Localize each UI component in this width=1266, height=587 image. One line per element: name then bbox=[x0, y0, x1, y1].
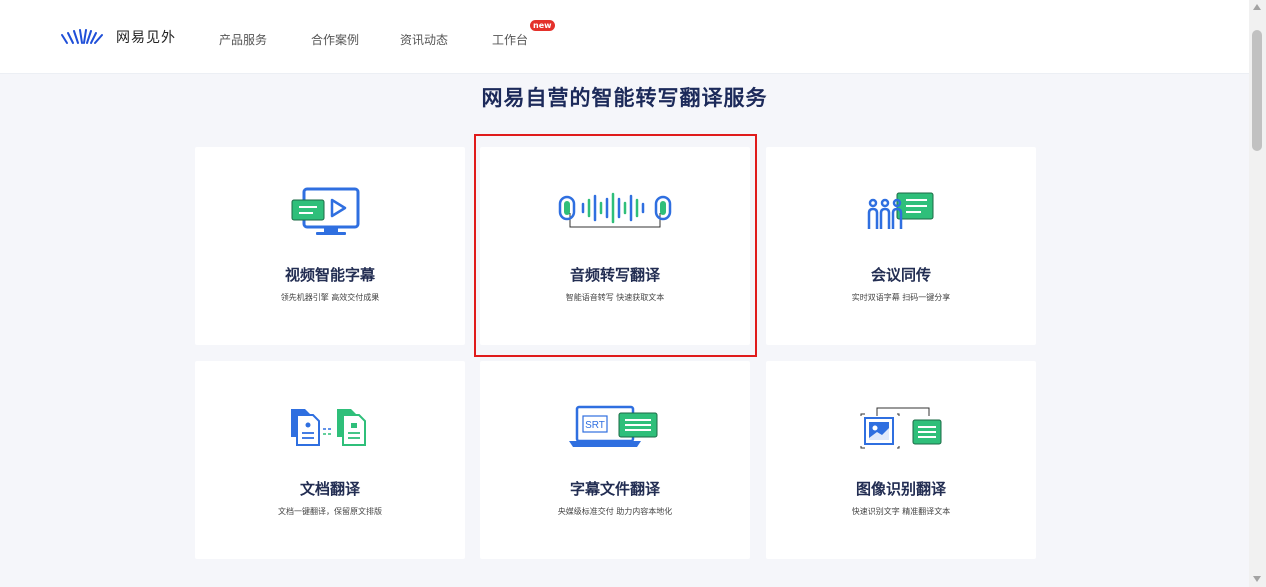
image-recognition-icon bbox=[766, 401, 1036, 453]
card-title: 图像识别翻译 bbox=[855, 480, 946, 498]
meeting-interpret-icon bbox=[766, 187, 1036, 239]
video-subtitle-icon bbox=[195, 187, 465, 239]
card-title: 音频转写翻译 bbox=[569, 266, 660, 284]
logo[interactable]: 网易见外 bbox=[60, 27, 176, 47]
nav-item-workbench[interactable]: 工作台 bbox=[492, 31, 528, 48]
logo-icon bbox=[60, 29, 108, 45]
nav-item-products[interactable]: 产品服务 bbox=[219, 31, 267, 48]
nav-item-cases[interactable]: 合作案例 bbox=[311, 31, 359, 48]
document-translate-icon bbox=[195, 401, 465, 453]
service-card-subtitle-file[interactable]: SRT 字幕文件翻译 央媒级标准交付 助力内容本地化 bbox=[480, 361, 750, 559]
card-description: 实时双语字幕 扫码一键分享 bbox=[851, 293, 951, 302]
nav-item-news[interactable]: 资讯动态 bbox=[400, 31, 448, 48]
service-card-video-subtitle[interactable]: 视频智能字幕 领先机器引擎 高效交付成果 bbox=[195, 147, 465, 345]
card-description: 快速识别文字 精准翻译文本 bbox=[851, 507, 951, 516]
logo-text: 网易见外 bbox=[116, 30, 176, 46]
new-badge: new bbox=[530, 20, 555, 31]
subtitle-file-icon: SRT bbox=[480, 401, 750, 453]
service-card-audio-transcribe[interactable]: 音频转写翻译 智能语音转写 快速获取文本 bbox=[480, 147, 750, 345]
card-description: 央媒级标准交付 助力内容本地化 bbox=[557, 507, 673, 516]
card-description: 智能语音转写 快速获取文本 bbox=[565, 293, 665, 302]
top-navbar: 网易见外 产品服务 合作案例 资讯动态 工作台 new bbox=[0, 0, 1249, 74]
service-card-document-translate[interactable]: 文档翻译 文档一键翻译，保留原文排版 bbox=[195, 361, 465, 559]
service-card-image-recognition[interactable]: 图像识别翻译 快速识别文字 精准翻译文本 bbox=[766, 361, 1036, 559]
card-title: 视频智能字幕 bbox=[284, 266, 375, 284]
scroll-down-arrow-icon[interactable] bbox=[1253, 576, 1261, 582]
audio-transcribe-icon bbox=[480, 187, 750, 239]
scroll-up-arrow-icon[interactable] bbox=[1253, 4, 1261, 10]
card-description: 文档一键翻译，保留原文排版 bbox=[278, 507, 382, 516]
card-description: 领先机器引擎 高效交付成果 bbox=[280, 293, 380, 302]
card-title: 文档翻译 bbox=[299, 480, 360, 498]
scrollbar[interactable] bbox=[1249, 0, 1266, 587]
scroll-thumb[interactable] bbox=[1252, 30, 1262, 151]
srt-label: SRT bbox=[585, 420, 605, 431]
service-card-meeting-interpret[interactable]: 会议同传 实时双语字幕 扫码一键分享 bbox=[766, 147, 1036, 345]
page-title: 网易自营的智能转写翻译服务 bbox=[481, 86, 768, 110]
card-title: 会议同传 bbox=[870, 266, 931, 284]
card-title: 字幕文件翻译 bbox=[569, 480, 660, 498]
